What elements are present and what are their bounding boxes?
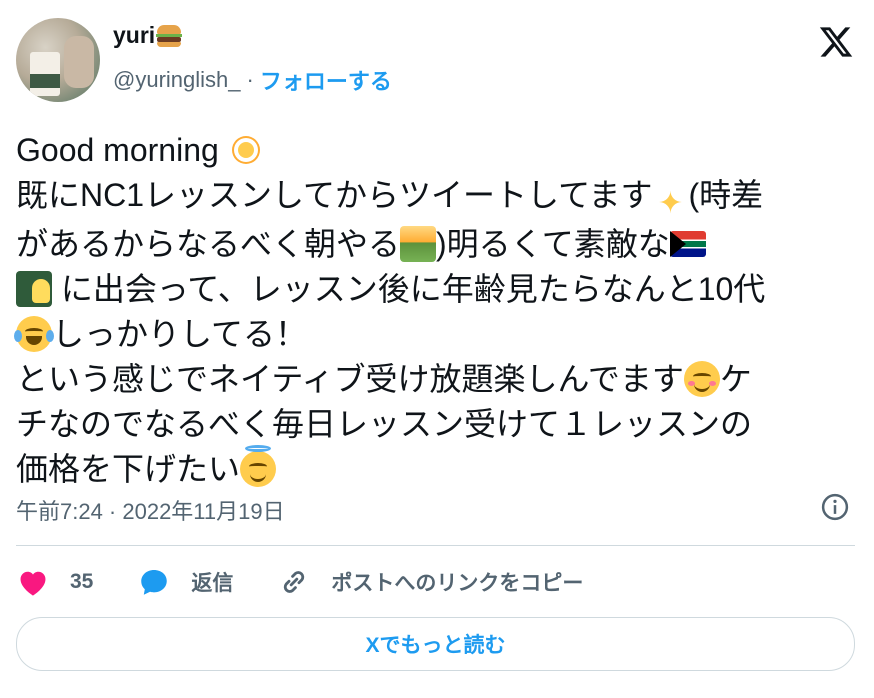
teacher-emoji-icon	[16, 271, 52, 307]
post-text-fragment: ケ	[719, 361, 752, 397]
copy-link-button[interactable]: ポストへのリンクをコピー	[277, 565, 583, 599]
post-text-fragment: (時差	[688, 177, 764, 213]
copy-link-label: ポストへのリンクをコピー	[331, 572, 584, 595]
post-text-line: に出会って、レッスン後に年齢見たらなんと10代	[52, 271, 766, 307]
read-more-on-x-button[interactable]: Xでもっと読む	[16, 617, 855, 671]
author-handle-row: @yuringlish_ · フォローする	[113, 64, 392, 96]
post-text: Good morning 既にNC1レッスンしてからツイートしてます ✦ (時差 が…	[14, 128, 861, 492]
post-text-line: Good morning	[16, 132, 228, 168]
separator-dot: ·	[246, 67, 254, 92]
author-name-row[interactable]: yuri	[113, 22, 183, 49]
speech-bubble-icon	[141, 569, 168, 595]
reply-label: 返信	[191, 572, 234, 595]
post-actions: 35 返信 ポストへのリンクをコピー	[16, 562, 627, 602]
sunrise-emoji-icon	[400, 226, 437, 262]
post-text-line: があるからなるべく朝やる	[16, 226, 401, 262]
hamburger-emoji-icon	[156, 23, 183, 49]
post-text-fragment: )明るくて素敵な	[436, 226, 670, 262]
divider	[16, 545, 855, 546]
post-text-line: しっかりしてる！	[52, 316, 308, 352]
like-count: 35	[70, 570, 94, 593]
post-text-line: チなのでなるべく毎日レッスン受けて１レッスンの	[16, 406, 753, 442]
sparkles-emoji-icon: ✦	[657, 187, 684, 220]
sun-emoji-icon	[228, 132, 264, 168]
author-handle[interactable]: @yuringlish_	[113, 67, 241, 93]
post-timestamp[interactable]: 午前7:24 · 2022年11月19日	[16, 494, 285, 526]
tears-of-joy-emoji-icon	[14, 316, 54, 352]
avatar[interactable]	[16, 18, 100, 102]
heart-icon	[20, 571, 46, 596]
post-text-line: という感じでネイティブ受け放題楽しんでます	[16, 361, 684, 397]
follow-link[interactable]: フォローする	[260, 64, 392, 96]
post-text-line: 既にNC1レッスンしてからツイートしてます	[16, 177, 653, 213]
author-display-name[interactable]: yuri	[113, 22, 155, 49]
like-button[interactable]: 35	[16, 565, 93, 599]
avatar-cup-sleeve	[30, 74, 60, 88]
post-text-line: 価格を下げたい	[16, 451, 241, 487]
halo-emoji-icon	[240, 445, 277, 487]
link-icon	[284, 571, 305, 593]
south-africa-flag-icon	[669, 231, 706, 257]
embedded-post-card: yuri @yuringlish_ · フォローする Good morning …	[0, 0, 874, 698]
info-icon[interactable]	[820, 492, 850, 522]
avatar-hand-shape	[64, 36, 94, 88]
reply-button[interactable]: 返信	[137, 565, 233, 599]
x-logo-icon[interactable]	[818, 24, 854, 60]
smiling-blush-emoji-icon	[683, 361, 720, 397]
